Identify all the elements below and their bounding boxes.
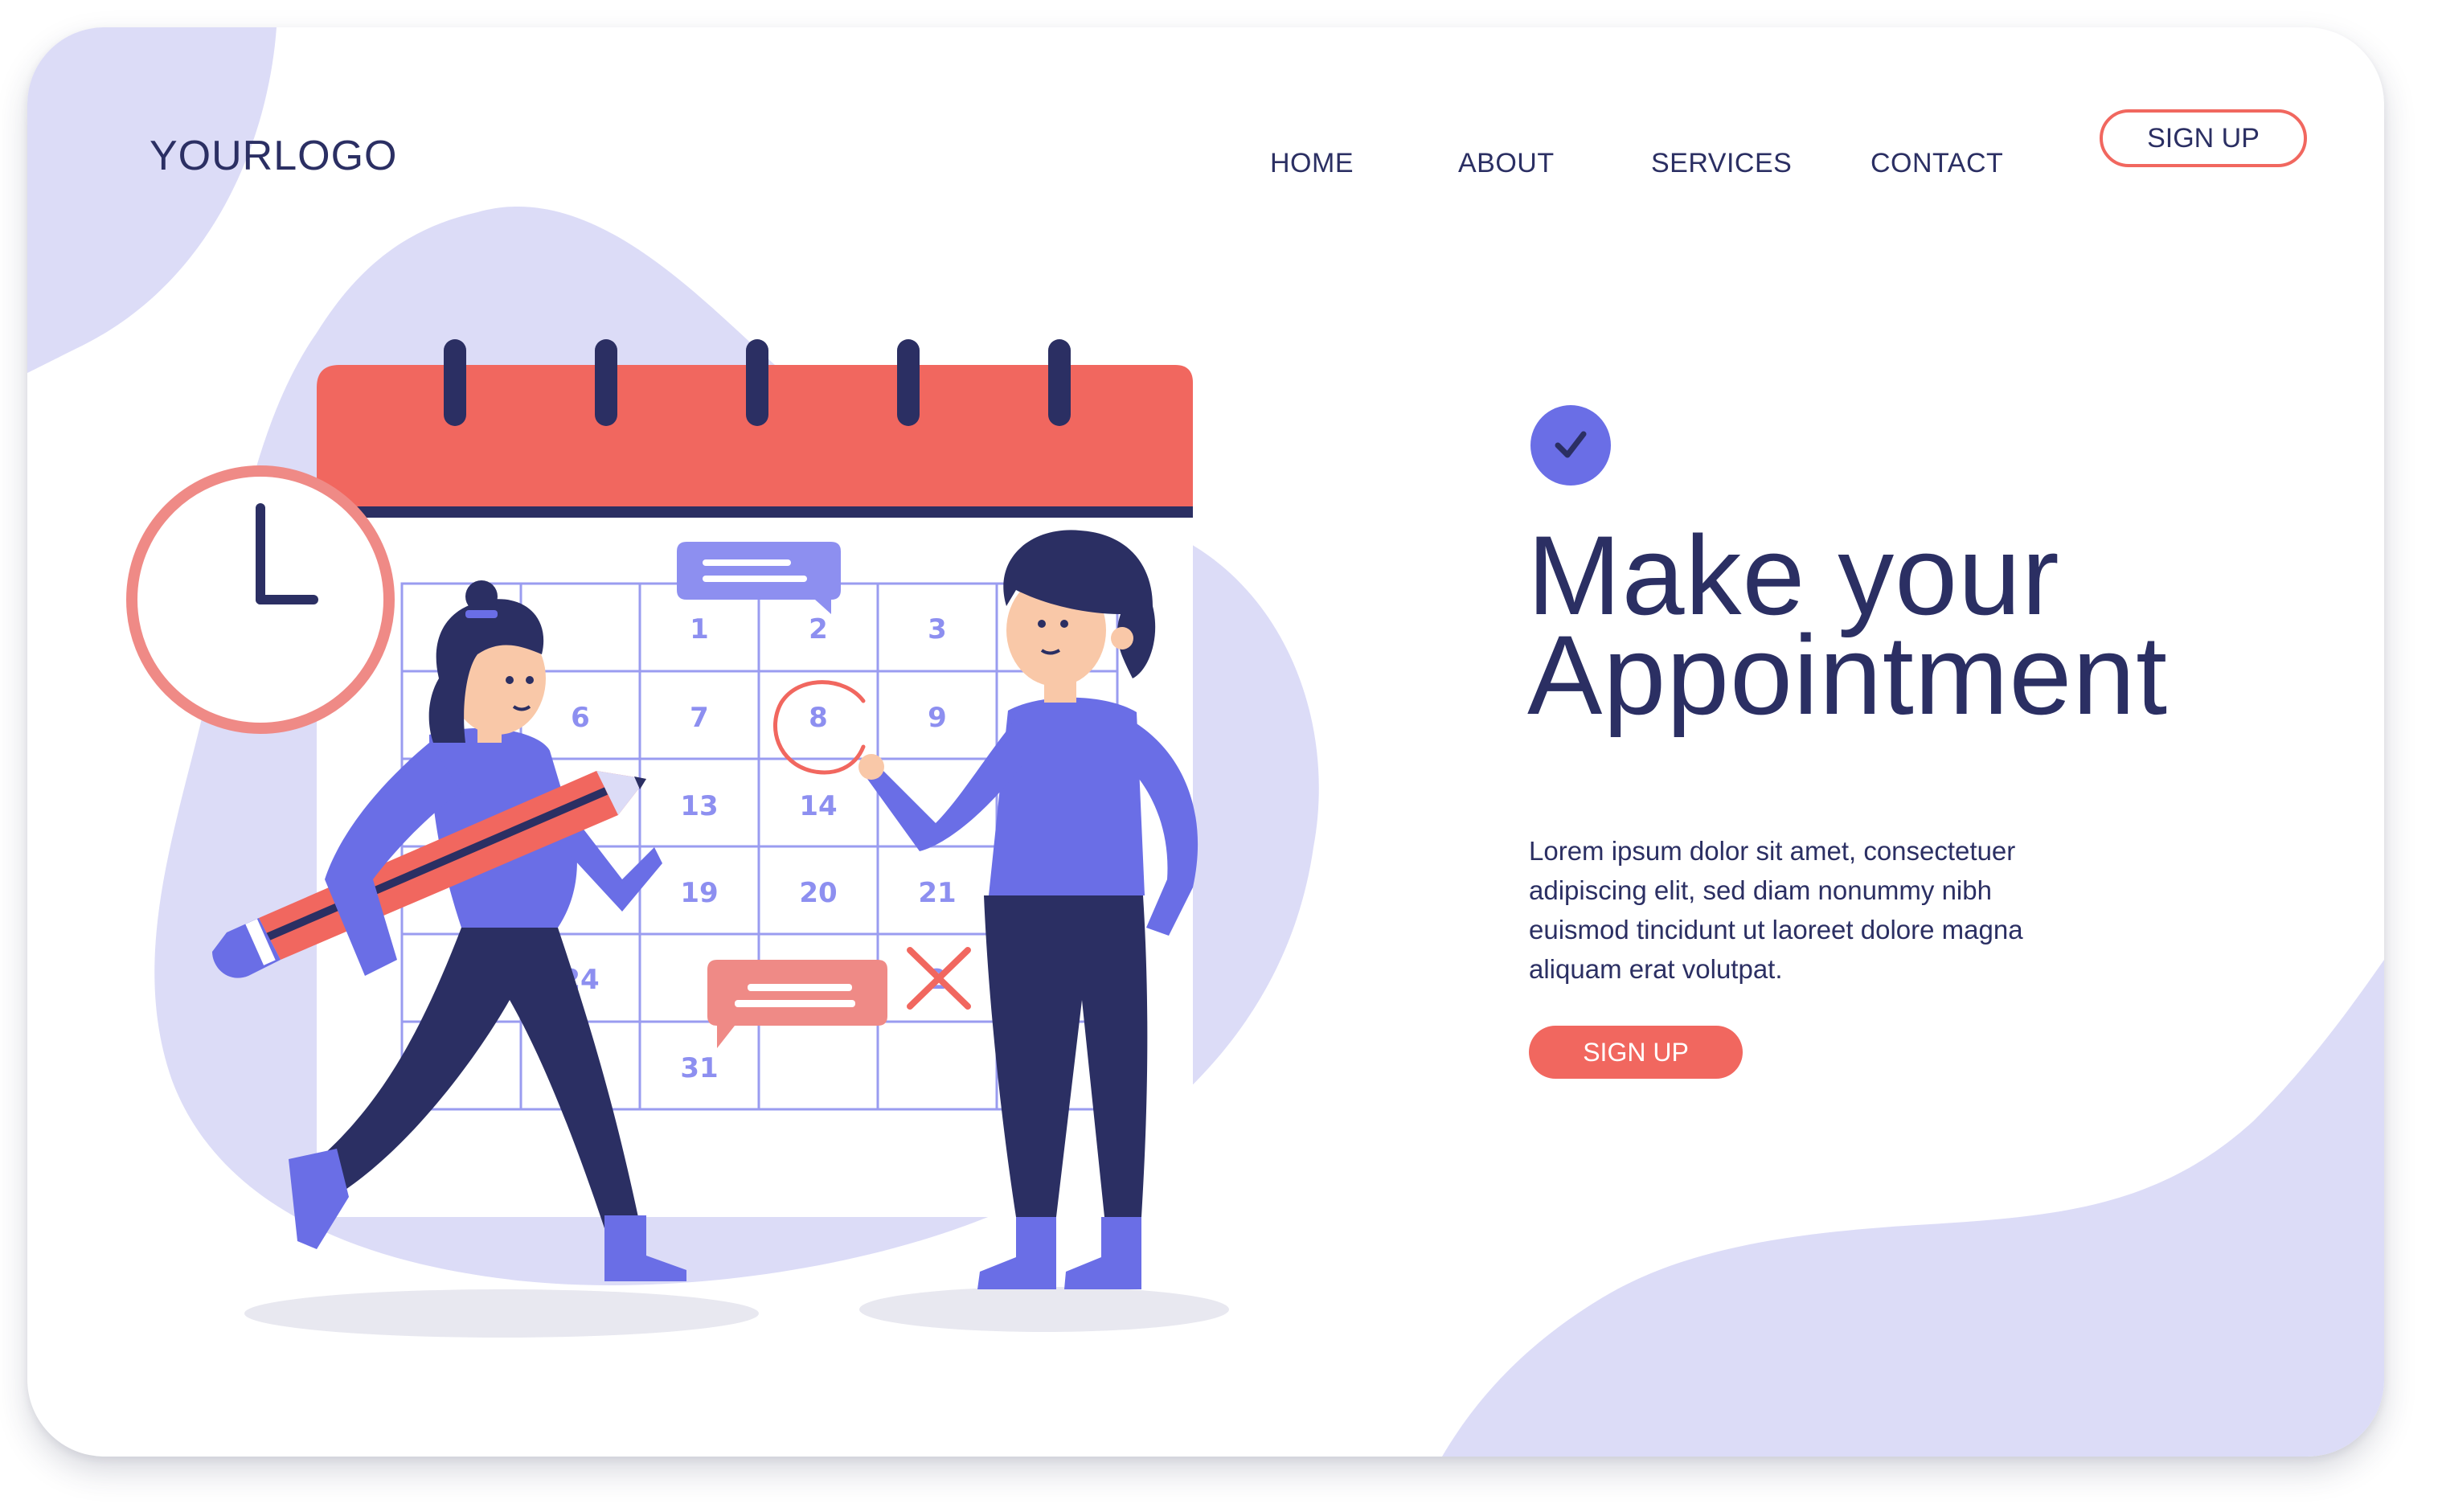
day-2: 2 — [809, 613, 828, 645]
clock-icon — [126, 465, 395, 734]
description-line: aliquam erat volutpat. — [1529, 954, 1783, 984]
day-19: 19 — [680, 877, 718, 909]
day-1: 1 — [690, 613, 709, 645]
title-line-2: Appointment — [1527, 612, 2169, 738]
day-21: 21 — [918, 877, 956, 909]
title-line-1: Make your — [1527, 512, 2060, 638]
hero-description: Lorem ipsum dolor sit amet, consectetuer… — [1529, 831, 2092, 989]
description-line: euismod tincidunt ut laoreet dolore magn… — [1529, 915, 2023, 944]
hero-signup-button[interactable]: SIGN UP — [1529, 1026, 1743, 1079]
description-line: adipiscing elit, sed diam nonummy nibh — [1529, 875, 1992, 905]
day-3: 3 — [928, 613, 947, 645]
day-8: 8 — [809, 702, 828, 734]
checkmark-icon — [1530, 405, 1611, 486]
page-title: Make your Appointment — [1527, 512, 2169, 738]
day-6: 6 — [571, 702, 590, 734]
day-14: 14 — [799, 790, 837, 822]
description-line: Lorem ipsum dolor sit amet, consectetuer — [1529, 836, 2016, 866]
day-13: 13 — [680, 790, 718, 822]
day-7: 7 — [690, 702, 709, 734]
day-9: 9 — [928, 702, 947, 734]
landing-page: YOURLOGO HOME ABOUT SERVICES CONTACT SIG… — [27, 27, 2384, 1457]
appointment-illustration: 1 2 3 6 7 8 9 13 14 19 20 21 24 31 2 — [126, 339, 1229, 1338]
day-20: 20 — [799, 877, 837, 909]
day-31: 31 — [680, 1052, 718, 1084]
